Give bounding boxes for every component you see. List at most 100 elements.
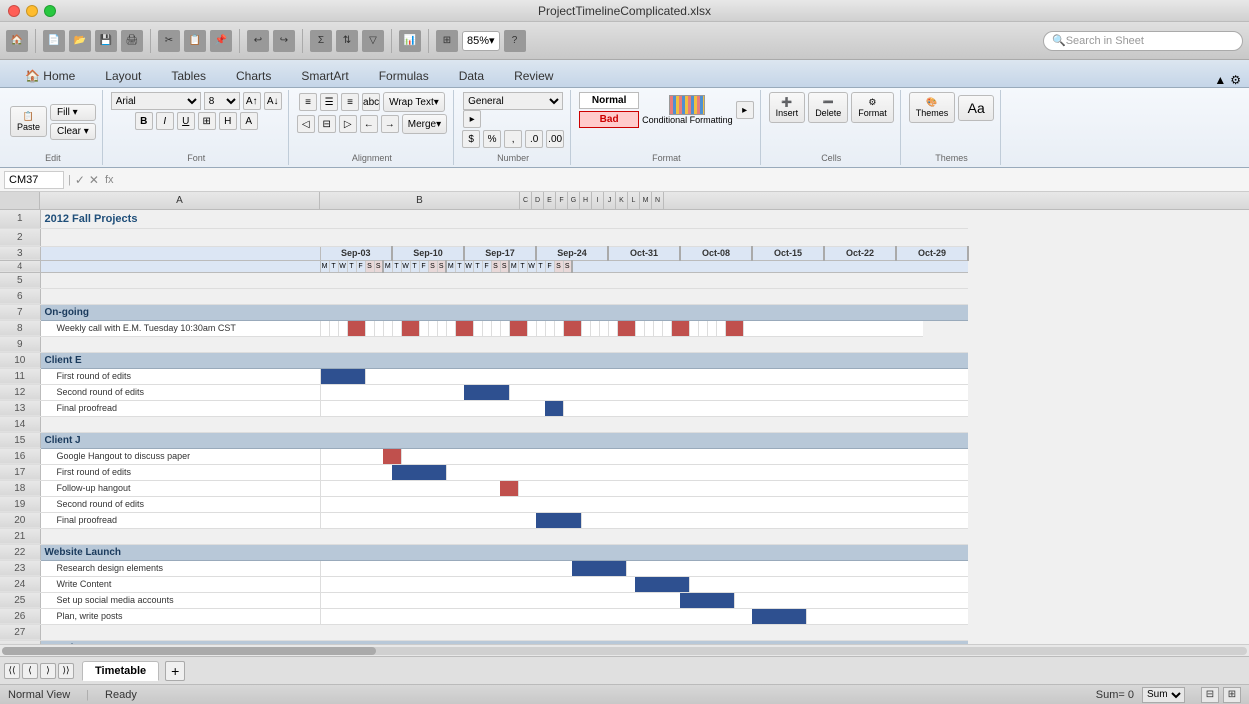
normal-view-button[interactable]: ⊟	[1201, 687, 1219, 703]
grid-area[interactable]: 1 2012 Fall Projects 2 3 Sep-03 Sep-10 S…	[0, 210, 1249, 644]
tab-review[interactable]: Review	[499, 64, 568, 87]
delete-button[interactable]: ➖ Delete	[808, 92, 848, 123]
tab-formulas[interactable]: Formulas	[364, 64, 444, 87]
ribbon-expand-icon[interactable]: ▲	[1214, 73, 1226, 87]
task-client-j-second[interactable]: Second round of edits	[40, 496, 320, 512]
task-weekly-call[interactable]: Weekly call with E.M. Tuesday 10:30am CS…	[40, 320, 320, 336]
conditional-formatting-button[interactable]: Conditional Formatting	[642, 95, 733, 125]
merge-button[interactable]: Merge ▾	[402, 114, 447, 134]
check-icon[interactable]: ✓	[75, 173, 85, 187]
col-header-k[interactable]: K	[616, 192, 628, 209]
font-family-select[interactable]: Arial	[111, 92, 201, 110]
title-cell[interactable]: 2012 Fall Projects	[40, 210, 968, 228]
maximize-button[interactable]	[44, 5, 56, 17]
fill-button[interactable]: Fill ▾	[50, 104, 96, 121]
font-color-button[interactable]: A	[240, 112, 258, 130]
number-expand-button[interactable]: ▸	[463, 110, 481, 128]
horizontal-scrollbar[interactable]	[0, 644, 1249, 656]
col-header-l[interactable]: L	[628, 192, 640, 209]
format-cells-button[interactable]: ⚙ Format	[851, 92, 894, 123]
col-header-n[interactable]: N	[652, 192, 664, 209]
col-header-e[interactable]: E	[544, 192, 556, 209]
undo-icon[interactable]: ↩	[247, 30, 269, 52]
col-header-d[interactable]: D	[532, 192, 544, 209]
italic-button[interactable]: I	[156, 112, 174, 130]
align-right-button[interactable]: ▷	[339, 115, 357, 133]
x-icon[interactable]: ✕	[89, 173, 99, 187]
minimize-button[interactable]	[26, 5, 38, 17]
tab-layout[interactable]: Layout	[90, 64, 156, 87]
task-client-e-second[interactable]: Second round of edits	[40, 384, 320, 400]
tab-charts[interactable]: Charts	[221, 64, 286, 87]
ribbon-options-icon[interactable]: ⚙	[1230, 73, 1241, 87]
sheets-icon[interactable]: ⊞	[436, 30, 458, 52]
task-client-j-proof[interactable]: Final proofread	[40, 512, 320, 528]
copy-icon[interactable]: 📋	[184, 30, 206, 52]
align-center-button[interactable]: ⊟	[318, 115, 336, 133]
zoom-box[interactable]: 85% ▾	[462, 31, 500, 51]
search-box[interactable]: 🔍 Search in Sheet	[1043, 31, 1243, 51]
cut-icon[interactable]: ✂	[158, 30, 180, 52]
sheet-nav-first[interactable]: ⟨⟨	[4, 663, 20, 679]
sheet-nav-prev[interactable]: ⟨	[22, 663, 38, 679]
sum-icon[interactable]: Σ	[310, 30, 332, 52]
task-plan-write[interactable]: Plan, write posts	[40, 608, 320, 624]
number-format-select[interactable]: General	[463, 92, 563, 110]
borders-button[interactable]: ⊞	[198, 112, 216, 130]
indent-decrease-button[interactable]: ←	[360, 115, 378, 133]
sort-icon[interactable]: ⇅	[336, 30, 358, 52]
tab-tables[interactable]: Tables	[156, 64, 221, 87]
normal-style[interactable]: Normal	[579, 92, 639, 109]
print-icon[interactable]: 🖨	[121, 30, 143, 52]
align-left-top-button[interactable]: ≡	[299, 93, 317, 111]
task-client-j-first[interactable]: First round of edits	[40, 464, 320, 480]
sum-dropdown[interactable]: Sum	[1142, 687, 1185, 703]
cell-reference-input[interactable]	[4, 171, 64, 189]
bad-style[interactable]: Bad	[579, 111, 639, 128]
close-button[interactable]	[8, 5, 20, 17]
new-icon[interactable]: 📄	[43, 30, 65, 52]
task-research-design[interactable]: Research design elements	[40, 560, 320, 576]
col-header-j[interactable]: J	[604, 192, 616, 209]
task-client-e-first[interactable]: First round of edits	[40, 368, 320, 384]
tab-home[interactable]: 🏠 Home	[10, 64, 90, 87]
filter-icon[interactable]: ▽	[362, 30, 384, 52]
col-header-m[interactable]: M	[640, 192, 652, 209]
help-icon[interactable]: ?	[504, 30, 526, 52]
save-icon[interactable]: 💾	[95, 30, 117, 52]
col-header-f[interactable]: F	[556, 192, 568, 209]
col-header-h[interactable]: H	[580, 192, 592, 209]
align-center-top-button[interactable]: ☰	[320, 93, 338, 111]
add-sheet-button[interactable]: +	[165, 661, 185, 681]
task-client-j-followup[interactable]: Follow-up hangout	[40, 480, 320, 496]
wrap-text-button[interactable]: Wrap Text ▾	[383, 92, 445, 112]
underline-button[interactable]: U	[177, 112, 195, 130]
currency-button[interactable]: $	[462, 130, 480, 148]
text-dir-button[interactable]: abc	[362, 93, 380, 111]
comma-button[interactable]: ,	[504, 130, 522, 148]
chart-icon[interactable]: 📊	[399, 30, 421, 52]
font-size-select[interactable]: 8	[204, 92, 240, 110]
col-header-c[interactable]: C	[520, 192, 532, 209]
page-layout-button[interactable]: ⊞	[1223, 687, 1241, 703]
format-expand-button[interactable]: ▸	[736, 101, 754, 119]
themes-button[interactable]: 🎨 Themes	[909, 92, 956, 123]
highlight-button[interactable]: H	[219, 112, 237, 130]
task-client-e-proof[interactable]: Final proofread	[40, 400, 320, 416]
sheet-nav-last[interactable]: ⟩⟩	[58, 663, 74, 679]
home-icon[interactable]: 🏠	[6, 30, 28, 52]
font-decrease-button[interactable]: A↓	[264, 92, 282, 110]
task-write-content[interactable]: Write Content	[40, 576, 320, 592]
font-theme-button[interactable]: Aa	[958, 95, 994, 121]
sheet-tab-timetable[interactable]: Timetable	[82, 661, 159, 681]
align-right-top-button[interactable]: ≡	[341, 93, 359, 111]
col-header-i[interactable]: I	[592, 192, 604, 209]
formula-input[interactable]	[118, 173, 1245, 187]
indent-increase-button[interactable]: →	[381, 115, 399, 133]
align-left-button[interactable]: ◁	[297, 115, 315, 133]
redo-icon[interactable]: ↪	[273, 30, 295, 52]
task-client-j-hangout[interactable]: Google Hangout to discuss paper	[40, 448, 320, 464]
percent-button[interactable]: %	[483, 130, 501, 148]
open-icon[interactable]: 📂	[69, 30, 91, 52]
paste-button[interactable]: 📋 Paste	[10, 106, 47, 137]
